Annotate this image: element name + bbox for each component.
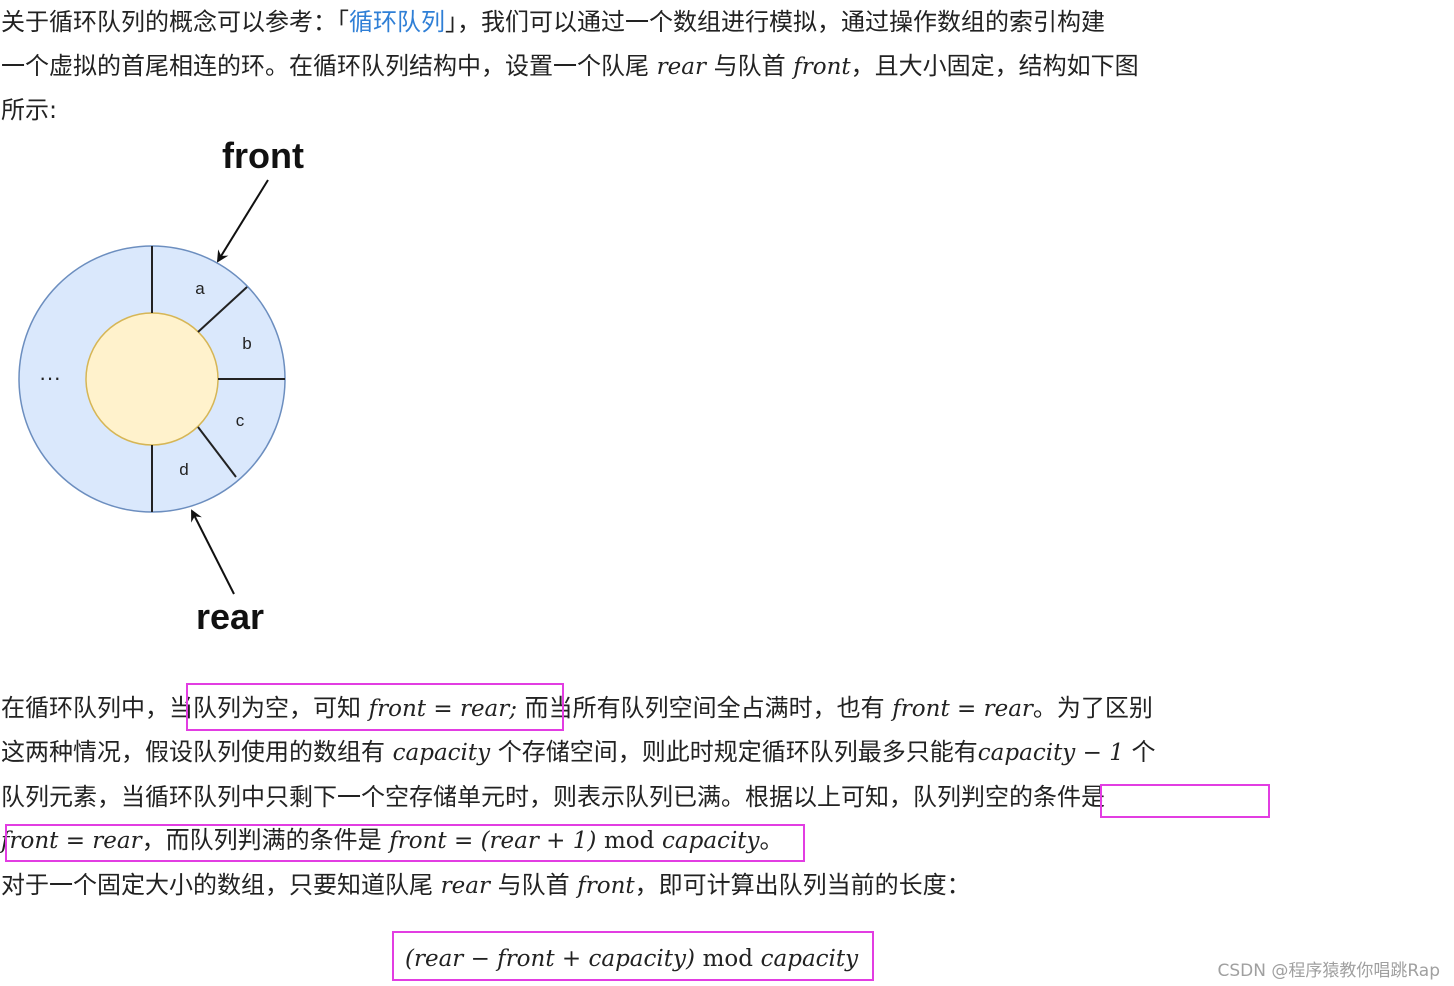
body-line-8: 对于一个固定大小的数组，只要知道队尾 rear 与队首 front，即可计算出队… — [1, 863, 971, 908]
math-rear: rear — [440, 873, 490, 899]
body-text: 而当所有队列空间全占满时，也有 — [524, 694, 885, 722]
highlight-box-formula — [392, 931, 874, 981]
circular-queue-diagram: front a b c d ··· rear — [18, 135, 304, 637]
front-arrow — [216, 179, 269, 263]
rear-label: rear — [196, 596, 264, 637]
rear-arrow — [191, 509, 235, 595]
math-capacity: capacity — [392, 740, 491, 766]
intro-text: 」，我们可以通过一个数组进行模拟，通过操作数组的索引构建 — [445, 8, 1105, 36]
body-line-6: 队列元素，当循环队列中只剩下一个空存储单元时，则表示队列已满。根据以上可知，队列… — [1, 775, 1105, 819]
body-line-5: 这两种情况，假设队列使用的数组有 capacity 个存储空间，则此时规定循环队… — [1, 730, 1155, 775]
intro-text: ，且大小固定，结构如下图 — [850, 52, 1139, 80]
circular-queue-link[interactable]: 循环队列 — [349, 8, 445, 36]
math-front: front — [793, 54, 851, 80]
intro-text: 所示: — [1, 96, 58, 124]
body-text: 个存储空间，则此时规定循环队列最多只能有 — [497, 738, 978, 766]
highlight-box-empty-condition — [1100, 784, 1270, 818]
segment-label-d: d — [179, 460, 188, 479]
body-text: 对于一个固定大小的数组，只要知道队尾 — [1, 871, 433, 899]
body-text: 与队首 — [497, 871, 570, 899]
math-capacity-minus-one: capacity − 1 — [977, 740, 1124, 766]
math-rear: rear — [656, 54, 706, 80]
intro-text: 一个虚拟的首尾相连的环。在循环队列结构中，设置一个队尾 — [1, 52, 649, 80]
highlight-box-empty — [186, 683, 564, 731]
segment-label-b: b — [242, 334, 251, 353]
body-line-4: 在循环队列中，当队列为空，可知 front = rear; 而当所有队列空间全占… — [1, 686, 1153, 731]
csdn-watermark: CSDN @程序猿教你唱跳Rap — [1217, 961, 1440, 981]
body-text: 。为了区别 — [1032, 694, 1153, 722]
body-text: 在循环队列中， — [1, 694, 169, 722]
intro-line-1: 关于循环队列的概念可以参考：「循环队列」，我们可以通过一个数组进行模拟，通过操作… — [1, 0, 1105, 44]
ellipsis-label: ··· — [39, 365, 61, 390]
intro-text: 与队首 — [713, 52, 786, 80]
body-text: 这两种情况，假设队列使用的数组有 — [1, 738, 385, 766]
body-text: ，即可计算出队列当前的长度： — [634, 871, 971, 899]
body-text: 个 — [1131, 738, 1156, 766]
queue-core — [85, 312, 219, 446]
body-text: 队列元素，当循环队列中只剩下一个空存储单元时，则表示队列已满。根据以上可知，队列… — [1, 783, 1105, 811]
intro-line-2: 一个虚拟的首尾相连的环。在循环队列结构中，设置一个队尾 rear 与队首 fro… — [1, 44, 1139, 89]
intro-text: 关于循环队列的概念可以参考：「 — [1, 8, 349, 36]
segment-label-a: a — [195, 279, 205, 298]
front-label: front — [222, 135, 304, 176]
segment-label-c: c — [236, 411, 245, 430]
math-full-condition: front = rear — [892, 696, 1033, 722]
intro-line-3: 所示: — [1, 88, 57, 132]
highlight-box-full-condition — [5, 824, 805, 862]
math-front: front — [577, 873, 635, 899]
